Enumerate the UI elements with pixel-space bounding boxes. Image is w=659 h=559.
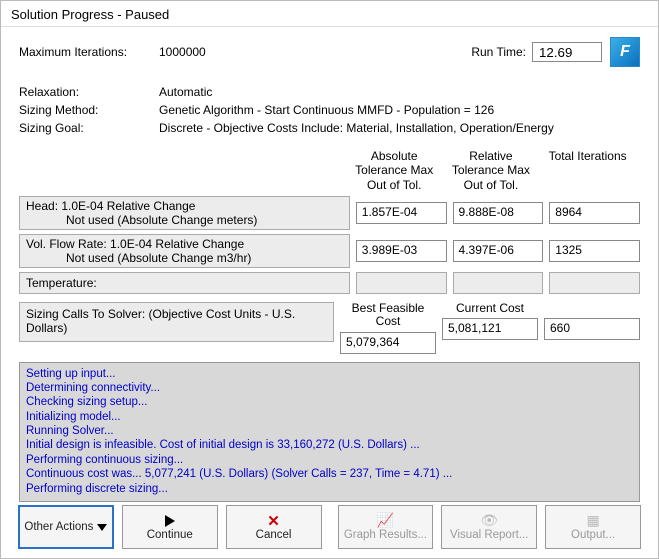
log-line: Initial design is infeasible. Cost of in… [26,438,633,452]
log-line: Initializing model... [26,410,633,424]
log-line: Checking sizing setup... [26,395,633,409]
window-title: Solution Progress - Paused [1,1,658,27]
metric-temp-label: Temperature: [19,272,350,294]
best-cost-value: 5,079,364 [340,332,436,354]
metric-temp-rel [453,272,544,294]
sizing-iter-value: 660 [544,318,640,340]
metric-head-iter: 8964 [549,202,640,224]
sizing-goal-value: Discrete - Objective Costs Include: Mate… [159,121,640,135]
sizing-goal-label: Sizing Goal: [19,121,159,135]
log-line: Setting up input... [26,367,633,381]
max-iterations-label: Maximum Iterations: [19,45,159,59]
current-cost-value: 5,081,121 [442,318,538,340]
best-cost-header: Best Feasible Cost [340,302,436,328]
abs-tol-header: Absolute Tolerance Max Out of Tol. [350,149,439,192]
relaxation-value: Automatic [159,85,640,99]
sizing-method-label: Sizing Method: [19,103,159,117]
metric-flow-label: Vol. Flow Rate: 1.0E-04 Relative Change … [19,234,350,268]
log-line: Continuous cost was... 5,077,241 (U.S. D… [26,467,633,481]
continue-button[interactable]: Continue [122,505,218,549]
rel-tol-header: Relative Tolerance Max Out of Tol. [447,149,536,192]
runtime-label: Run Time: [471,45,526,59]
sizing-iter-header [544,302,640,315]
metric-flow-iter: 1325 [549,240,640,262]
metric-temp-abs [356,272,447,294]
sizing-method-value: Genetic Algorithm - Start Continuous MMF… [159,103,640,117]
eye-icon: 👁 [480,512,498,529]
max-iterations-value: 1000000 [159,45,279,59]
log-line: Running Solver... [26,424,633,438]
chevron-down-icon [97,524,107,531]
output-button: ▦ Output... [545,505,641,549]
app-logo-icon: F [610,37,640,67]
close-icon: ✕ [267,512,280,530]
log-line: Determining connectivity... [26,381,633,395]
play-icon [165,515,175,527]
cancel-button[interactable]: ✕ Cancel [226,505,322,549]
metric-head-rel: 9.888E-08 [453,202,544,224]
other-actions-button[interactable]: Other Actions [18,505,114,549]
log-line: Performing continuous sizing... [26,453,633,467]
metric-flow-rel: 4.397E-06 [453,240,544,262]
metric-head-abs: 1.857E-04 [356,202,447,224]
current-cost-header: Current Cost [442,302,538,315]
log-output: Setting up input... Determining connecti… [19,362,640,502]
visual-report-button: 👁 Visual Report... [441,505,537,549]
grid-icon: ▦ [586,512,599,529]
relaxation-label: Relaxation: [19,85,159,99]
chart-icon: 📈 [377,512,394,529]
metric-flow-abs: 3.989E-03 [356,240,447,262]
log-line: Performing discrete sizing... [26,482,633,496]
runtime-value[interactable] [532,42,602,62]
metric-head-label: Head: 1.0E-04 Relative Change Not used (… [19,196,350,230]
metric-temp-iter [549,272,640,294]
sizing-calls-label: Sizing Calls To Solver: (Objective Cost … [19,302,334,342]
total-iter-header: Total Iterations [543,149,632,192]
graph-results-button: 📈 Graph Results... [338,505,434,549]
